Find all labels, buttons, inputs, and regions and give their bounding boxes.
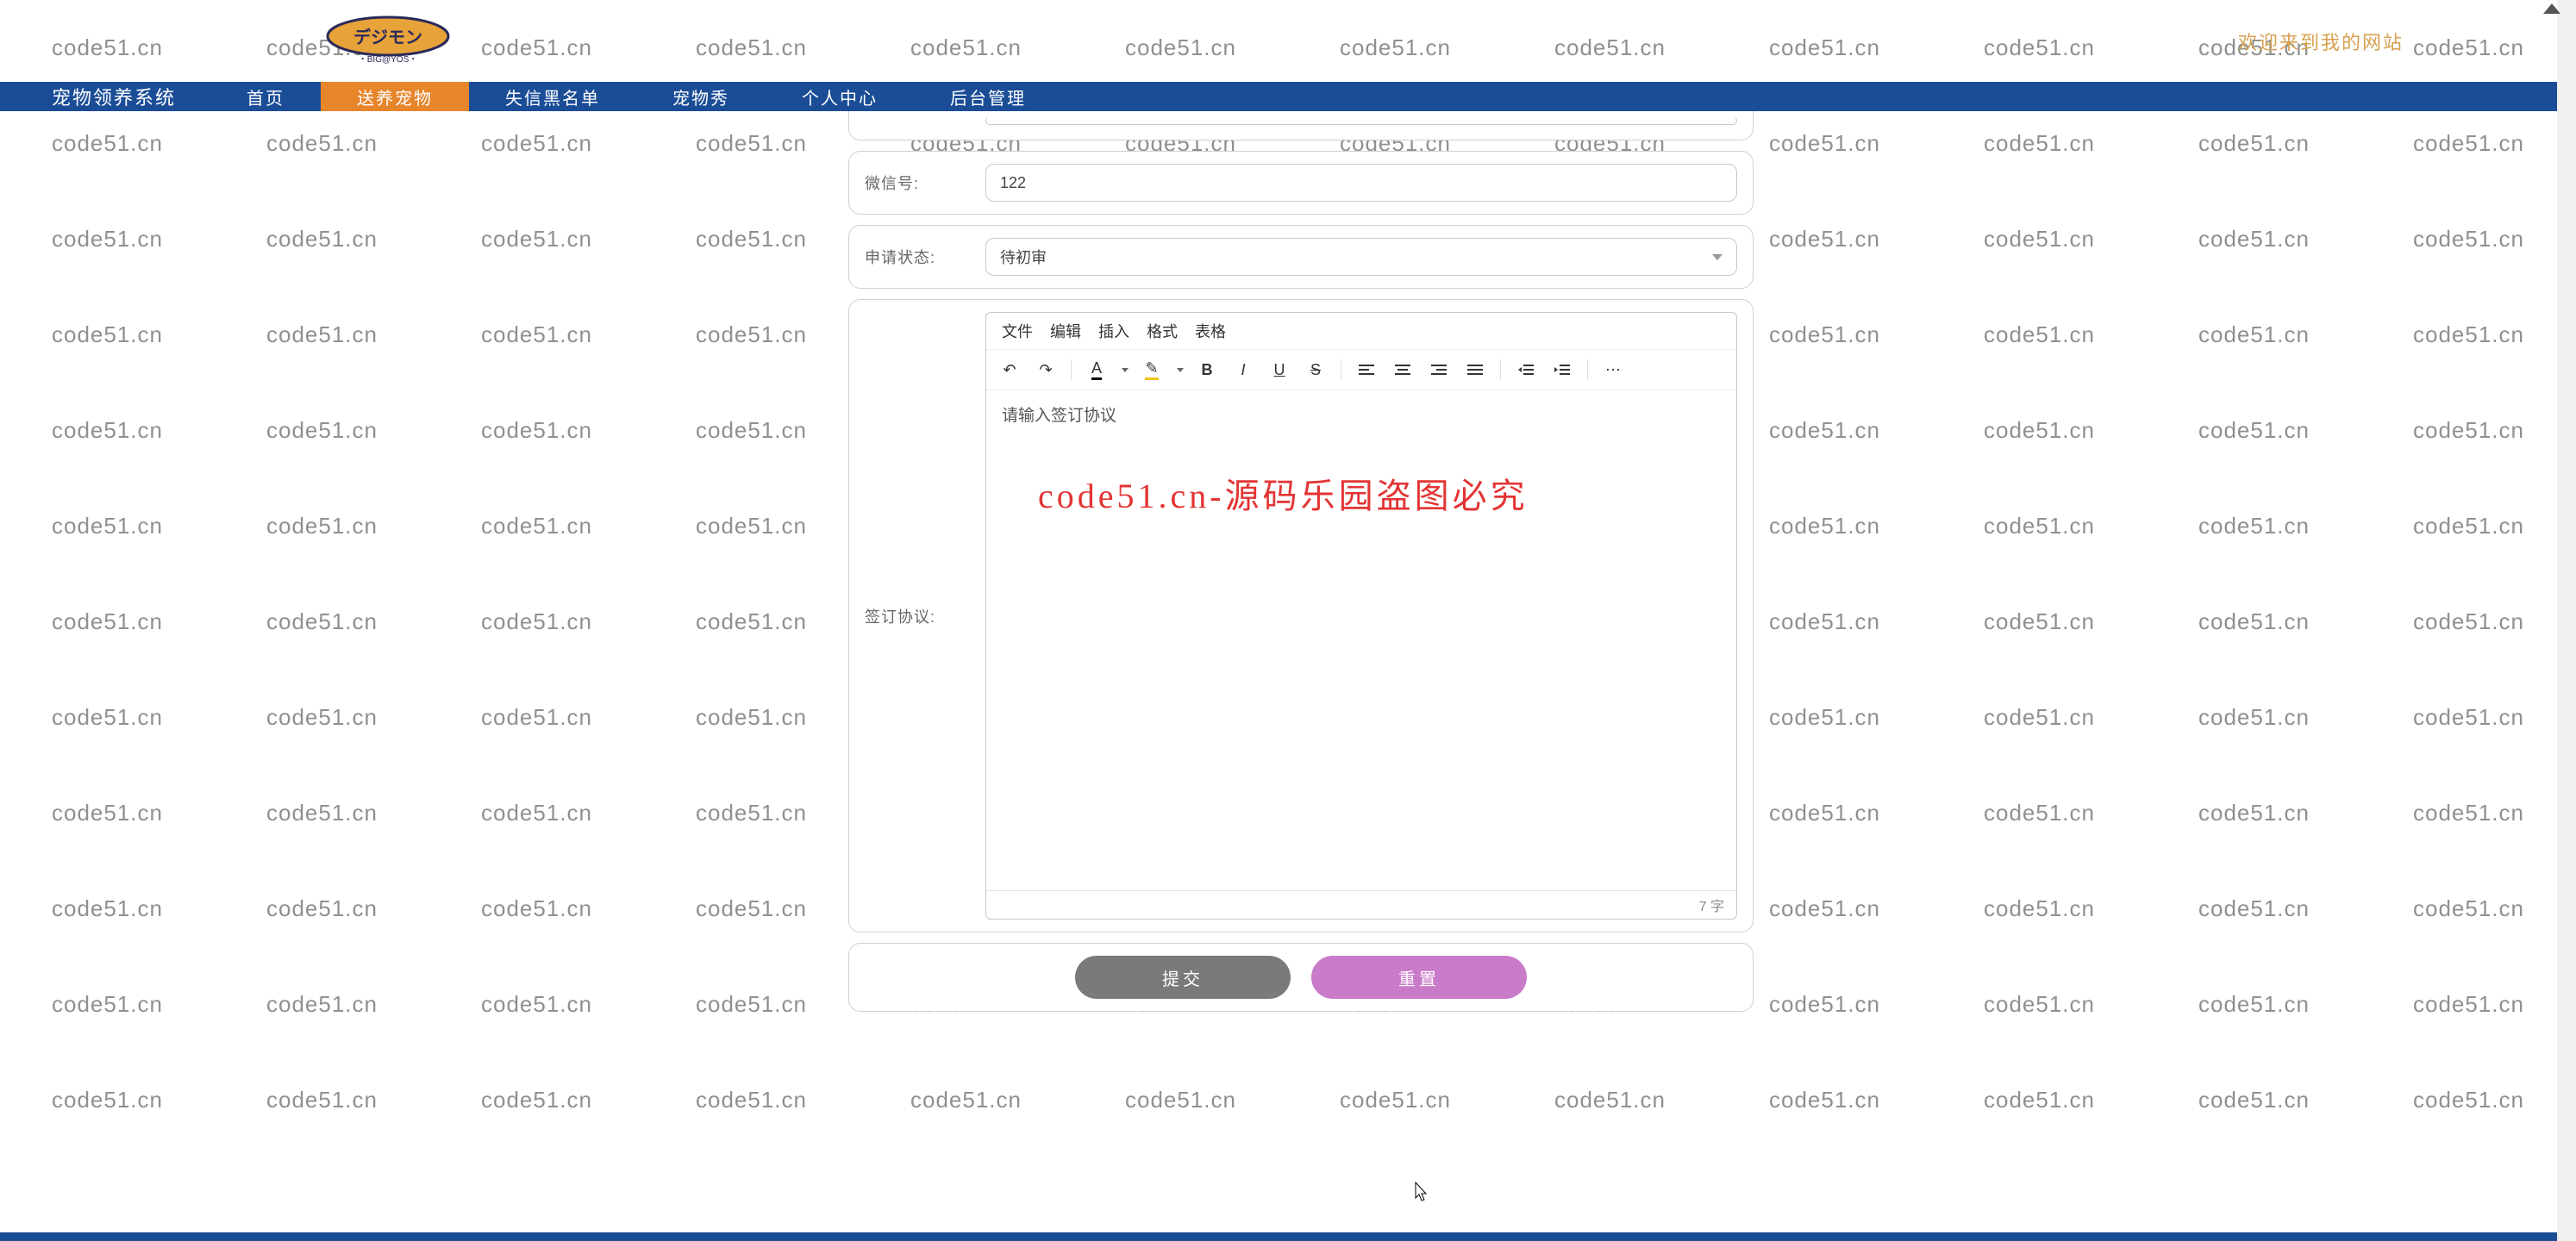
- redo-icon[interactable]: ↷: [1031, 355, 1060, 384]
- nav-bar: 宠物领养系统 首页 送养宠物 失信黑名单 宠物秀 个人中心 后台管理: [0, 82, 2576, 111]
- nav-home[interactable]: 首页: [210, 82, 321, 111]
- scrollbar-track[interactable]: [2557, 0, 2576, 1241]
- align-center-icon[interactable]: [1388, 355, 1417, 384]
- editor-overlay-text: code51.cn-源码乐园盗图必究: [1038, 468, 1529, 518]
- svg-text:デジモン: デジモン: [353, 27, 422, 47]
- editor-word-count: 7 字: [986, 890, 1736, 919]
- more-icon[interactable]: ⋯: [1598, 355, 1628, 384]
- menu-format[interactable]: 格式: [1147, 320, 1178, 342]
- nav-blacklist[interactable]: 失信黑名单: [469, 82, 636, 111]
- align-right-icon[interactable]: [1424, 355, 1454, 384]
- form-row-wechat: 微信号:: [848, 151, 1754, 215]
- cursor-icon: [1410, 1181, 1428, 1205]
- nav-send-pet[interactable]: 送养宠物: [321, 82, 469, 111]
- nav-admin[interactable]: 后台管理: [914, 82, 1062, 111]
- toolbar-separator: [1587, 359, 1588, 380]
- wechat-label: 微信号:: [865, 171, 985, 194]
- underline-icon[interactable]: U: [1265, 355, 1294, 384]
- indent-icon[interactable]: [1547, 355, 1577, 384]
- scroll-top-icon[interactable]: [2543, 3, 2560, 14]
- status-label: 申请状态:: [865, 246, 985, 268]
- logo[interactable]: デジモン ・BIG@YOS・: [310, 7, 466, 76]
- nav-pet-show[interactable]: 宠物秀: [636, 82, 766, 111]
- logo-icon: デジモン ・BIG@YOS・: [317, 9, 460, 73]
- chevron-down-icon: [1712, 254, 1723, 260]
- nav-items: 首页 送养宠物 失信黑名单 宠物秀 个人中心 后台管理: [210, 82, 1062, 111]
- svg-text:・BIG@YOS・: ・BIG@YOS・: [358, 55, 417, 65]
- main-area: 微信号: 申请状态: 待初审 签订协议: 文件 编辑 插入: [0, 111, 2576, 1038]
- rich-text-editor: 文件 编辑 插入 格式 表格 ↶ ↷ A ✎ B I U: [985, 312, 1737, 920]
- reset-button[interactable]: 重置: [1311, 956, 1527, 999]
- highlight-dropdown-icon[interactable]: [1173, 355, 1185, 384]
- italic-icon[interactable]: I: [1229, 355, 1258, 384]
- menu-file[interactable]: 文件: [1002, 320, 1033, 342]
- editor-placeholder: 请输入签订协议: [1002, 402, 1721, 426]
- undo-icon[interactable]: ↶: [995, 355, 1024, 384]
- editor-menu: 文件 编辑 插入 格式 表格: [986, 313, 1736, 349]
- form-row-cutoff: [848, 111, 1754, 140]
- nav-personal[interactable]: 个人中心: [766, 82, 914, 111]
- align-left-icon[interactable]: [1352, 355, 1381, 384]
- form-row-agreement: 签订协议: 文件 编辑 插入 格式 表格 ↶ ↷ A ✎ B: [848, 299, 1754, 932]
- bold-icon[interactable]: B: [1192, 355, 1222, 384]
- toolbar-separator: [1071, 359, 1072, 380]
- editor-content[interactable]: 请输入签订协议 code51.cn-源码乐园盗图必究: [986, 390, 1736, 890]
- menu-edit[interactable]: 编辑: [1050, 320, 1081, 342]
- submit-button[interactable]: 提交: [1075, 956, 1291, 999]
- outdent-icon[interactable]: [1511, 355, 1541, 384]
- nav-title: 宠物领养系统: [0, 82, 210, 111]
- cutoff-input[interactable]: [985, 116, 1737, 125]
- editor-toolbar: ↶ ↷ A ✎ B I U S: [986, 349, 1736, 390]
- menu-insert[interactable]: 插入: [1098, 320, 1129, 342]
- highlight-icon[interactable]: ✎: [1137, 355, 1166, 384]
- status-select[interactable]: 待初审: [985, 238, 1737, 276]
- status-value: 待初审: [1000, 246, 1047, 268]
- text-color-icon[interactable]: A: [1082, 355, 1111, 384]
- agreement-label: 签订协议:: [865, 605, 985, 627]
- form-panel: 微信号: 申请状态: 待初审 签订协议: 文件 编辑 插入: [848, 111, 1754, 1038]
- buttons-row: 提交 重置: [848, 943, 1754, 1012]
- align-justify-icon[interactable]: [1460, 355, 1490, 384]
- top-header: デジモン ・BIG@YOS・ 欢迎来到我的网站: [0, 0, 2576, 82]
- wechat-input[interactable]: [985, 164, 1737, 202]
- text-color-dropdown-icon[interactable]: [1118, 355, 1130, 384]
- footer-bar: [0, 1232, 2576, 1241]
- form-row-status: 申请状态: 待初审: [848, 225, 1754, 289]
- strikethrough-icon[interactable]: S: [1301, 355, 1330, 384]
- toolbar-separator: [1500, 359, 1501, 380]
- welcome-text: 欢迎来到我的网站: [2238, 28, 2404, 55]
- menu-table[interactable]: 表格: [1195, 320, 1226, 342]
